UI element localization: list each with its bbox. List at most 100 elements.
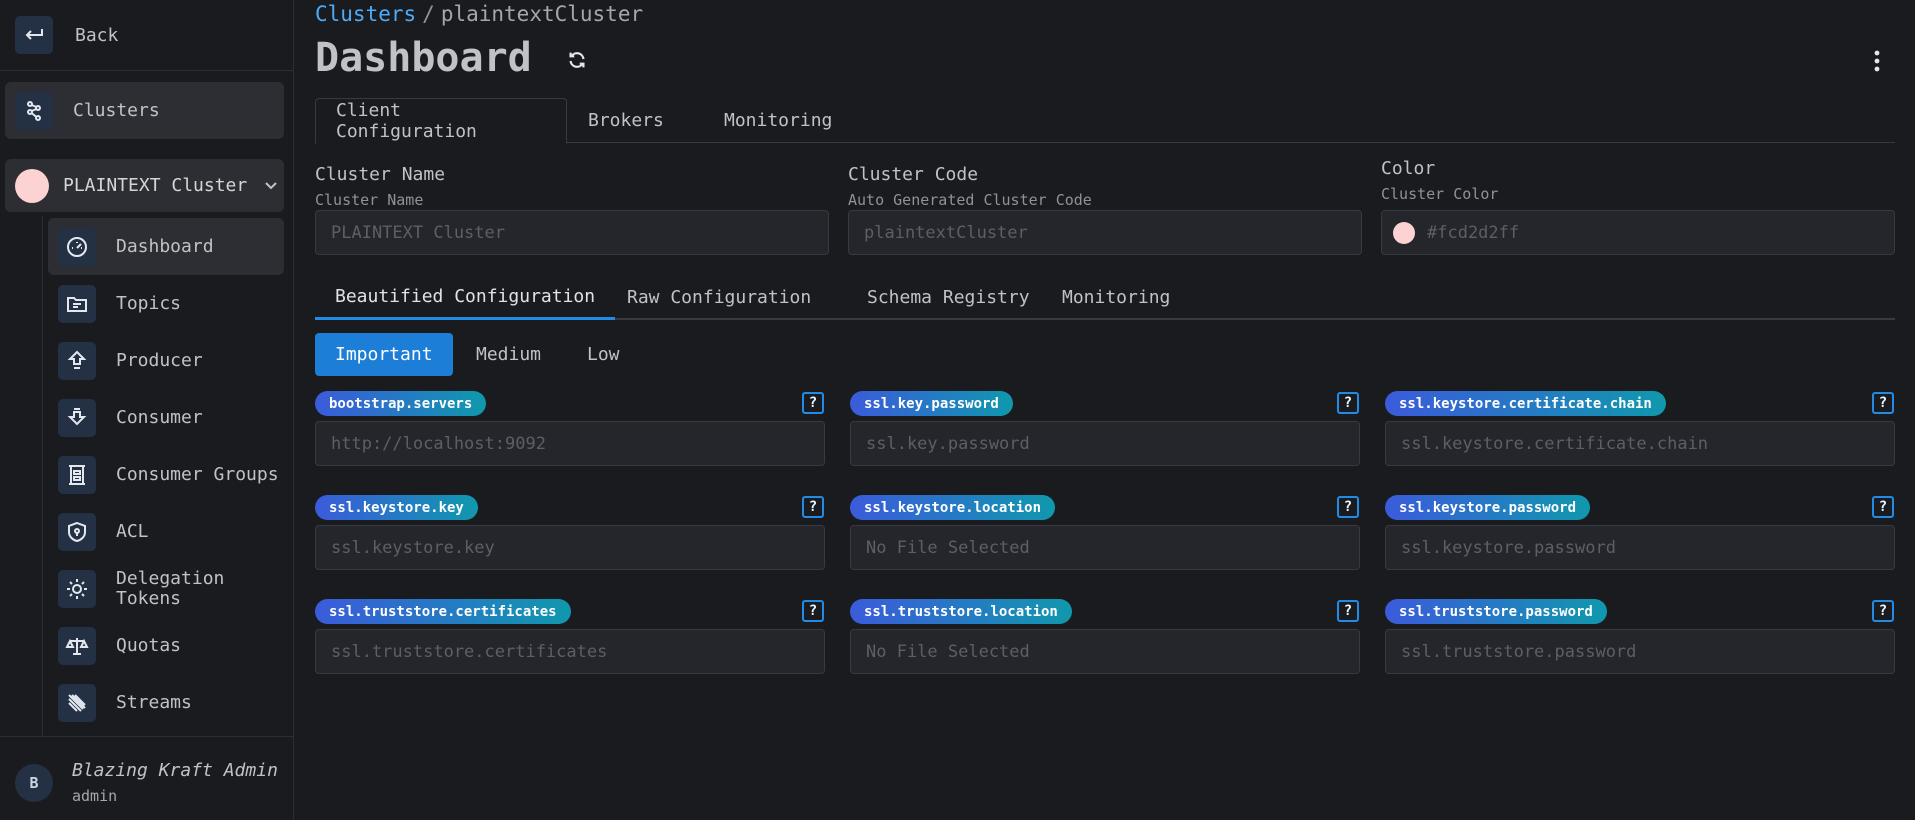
file-input[interactable]: No File Selected xyxy=(850,525,1360,570)
tab-monitoring[interactable]: Monitoring xyxy=(704,98,852,143)
sidebar-item-delegation-tokens[interactable]: Delegation Tokens xyxy=(48,560,284,617)
file-input[interactable]: No File Selected xyxy=(850,629,1360,674)
help-icon[interactable]: ? xyxy=(802,496,824,518)
importance-low-button[interactable]: Low xyxy=(567,333,640,376)
tab-raw-configuration[interactable]: Raw Configuration xyxy=(607,275,831,320)
help-icon[interactable]: ? xyxy=(1872,496,1894,518)
main-tabs: Client Configuration Brokers Monitoring xyxy=(315,98,1895,144)
sidebar-item-label: Dashboard xyxy=(116,235,214,257)
chevron-down-icon xyxy=(261,176,281,196)
importance-medium-button[interactable]: Medium xyxy=(456,333,561,376)
tab-brokers[interactable]: Brokers xyxy=(568,98,684,143)
user-role: admin xyxy=(72,787,118,805)
cluster-network-icon xyxy=(15,91,53,130)
cluster-code-desc: Auto Generated Cluster Code xyxy=(848,191,1092,209)
sidebar-item-label: Topics xyxy=(116,292,182,314)
config-input[interactable]: ssl.keystore.password xyxy=(1385,525,1895,570)
sun-icon xyxy=(58,569,96,608)
cluster-sub-nav: Dashboard Topics Producer Consumer Consu… xyxy=(42,216,294,736)
cluster-name-desc: Cluster Name xyxy=(315,191,424,209)
upload-icon xyxy=(58,341,96,380)
color-swatch xyxy=(1393,221,1415,244)
cluster-color-dot xyxy=(15,168,49,203)
help-icon[interactable]: ? xyxy=(1337,600,1359,622)
sidebar-item-streams[interactable]: Streams xyxy=(48,674,284,731)
sidebar-item-label: Quotas xyxy=(116,634,182,656)
sidebar-item-label: Consumer Groups xyxy=(116,463,279,485)
sidebar-item-label: Delegation Tokens xyxy=(116,567,225,609)
sidebar-item-topics[interactable]: Topics xyxy=(48,275,284,332)
sidebar-item-acl[interactable]: ACL xyxy=(48,503,284,560)
help-icon[interactable]: ? xyxy=(802,392,824,414)
group-icon xyxy=(58,455,96,494)
config-key-badge: ssl.truststore.password xyxy=(1385,599,1607,624)
sidebar-item-producer[interactable]: Producer xyxy=(48,332,284,389)
back-arrow-icon xyxy=(15,16,53,54)
breadcrumb-clusters-link[interactable]: Clusters xyxy=(315,2,416,26)
tab-beautified-configuration[interactable]: Beautified Configuration xyxy=(315,275,616,320)
tab-schema-registry[interactable]: Schema Registry xyxy=(847,275,1050,320)
cluster-name-label: Cluster Name xyxy=(315,164,446,185)
back-label: Back xyxy=(75,24,119,46)
cluster-code-input[interactable]: plaintextCluster xyxy=(848,210,1362,255)
folder-icon xyxy=(58,284,96,323)
shield-icon xyxy=(58,512,96,551)
sidebar-item-label: Clusters xyxy=(73,100,160,121)
sidebar-item-label: Producer xyxy=(116,349,203,371)
sidebar: Back Clusters PLAINTEXT Cluster Dashboar… xyxy=(0,0,294,820)
color-desc: Cluster Color xyxy=(1381,185,1499,203)
config-key-badge: ssl.truststore.location xyxy=(850,599,1072,624)
config-input[interactable]: ssl.keystore.key xyxy=(315,525,825,570)
user-menu[interactable]: B Blazing Kraft Admin admin xyxy=(0,736,293,820)
config-input[interactable]: ssl.keystore.certificate.chain xyxy=(1385,421,1895,466)
color-label: Color xyxy=(1381,158,1436,179)
help-icon[interactable]: ? xyxy=(1337,392,1359,414)
breadcrumb: Clusters / plaintextCluster xyxy=(315,0,643,28)
scale-icon xyxy=(58,626,96,665)
color-value: #fcd2d2ff xyxy=(1427,222,1520,243)
sidebar-item-quotas[interactable]: Quotas xyxy=(48,617,284,674)
download-icon xyxy=(58,398,96,437)
config-key-badge: ssl.keystore.password xyxy=(1385,495,1591,520)
refresh-icon[interactable] xyxy=(566,49,588,71)
color-input[interactable]: #fcd2d2ff xyxy=(1381,210,1895,255)
sidebar-item-clusters[interactable]: Clusters xyxy=(5,82,284,139)
sidebar-item-consumer-groups[interactable]: Consumer Groups xyxy=(48,446,284,503)
config-input[interactable]: http://localhost:9092 xyxy=(315,421,825,466)
sidebar-item-dashboard[interactable]: Dashboard xyxy=(48,218,284,275)
config-key-badge: bootstrap.servers xyxy=(315,391,487,416)
more-menu-icon[interactable] xyxy=(1865,47,1889,75)
breadcrumb-current: plaintextCluster xyxy=(440,2,644,26)
cluster-code-label: Cluster Code xyxy=(848,164,979,185)
sidebar-item-label: Consumer xyxy=(116,406,203,428)
help-icon[interactable]: ? xyxy=(1337,496,1359,518)
help-icon[interactable]: ? xyxy=(1872,600,1894,622)
config-input[interactable]: ssl.truststore.password xyxy=(1385,629,1895,674)
breadcrumb-separator: / xyxy=(422,2,435,26)
config-input[interactable]: ssl.key.password xyxy=(850,421,1360,466)
sidebar-item-label: ACL xyxy=(116,520,149,542)
config-key-badge: ssl.key.password xyxy=(850,391,1013,416)
importance-important-button[interactable]: Important xyxy=(315,333,453,376)
help-icon[interactable]: ? xyxy=(802,600,824,622)
tab-client-configuration[interactable]: Client Configuration xyxy=(315,98,567,144)
avatar: B xyxy=(15,764,53,802)
back-button[interactable]: Back xyxy=(0,0,293,71)
sidebar-item-consumer[interactable]: Consumer xyxy=(48,389,284,446)
tab-config-monitoring[interactable]: Monitoring xyxy=(1042,275,1190,320)
config-input[interactable]: ssl.truststore.certificates xyxy=(315,629,825,674)
config-key-badge: ssl.keystore.certificate.chain xyxy=(1385,391,1666,416)
config-tabs: Beautified Configuration Raw Configurati… xyxy=(315,275,1895,320)
help-icon[interactable]: ? xyxy=(1872,392,1894,414)
cluster-selector-label: PLAINTEXT Cluster xyxy=(63,175,248,196)
streams-icon xyxy=(58,683,96,722)
user-name: Blazing Kraft Admin xyxy=(72,760,278,781)
config-key-badge: ssl.truststore.certificates xyxy=(315,599,571,624)
config-key-badge: ssl.keystore.key xyxy=(315,495,478,520)
config-key-badge: ssl.keystore.location xyxy=(850,495,1056,520)
page-title: Dashboard xyxy=(315,35,532,81)
sidebar-item-label: Streams xyxy=(116,691,192,713)
gauge-icon xyxy=(58,227,96,266)
cluster-selector[interactable]: PLAINTEXT Cluster xyxy=(5,159,284,212)
cluster-name-input[interactable]: PLAINTEXT Cluster xyxy=(315,210,829,255)
